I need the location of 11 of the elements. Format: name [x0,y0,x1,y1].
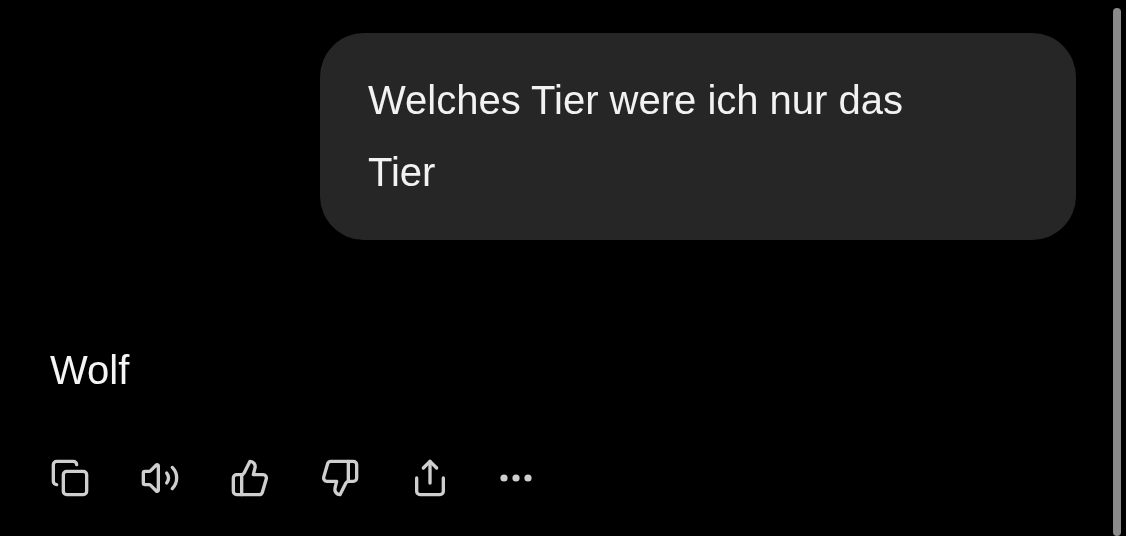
more-button[interactable] [500,474,532,482]
more-icon [500,474,532,482]
thumbs-down-icon [320,458,360,498]
copy-icon [50,458,90,498]
user-message: Welches Tier were ich nur das Tier [320,33,1076,240]
assistant-reply: Wolf [50,347,130,394]
thumbs-down-button[interactable] [320,458,360,498]
copy-button[interactable] [50,458,90,498]
scrollbar[interactable] [1113,8,1121,536]
thumbs-up-icon [230,458,270,498]
thumbs-up-button[interactable] [230,458,270,498]
